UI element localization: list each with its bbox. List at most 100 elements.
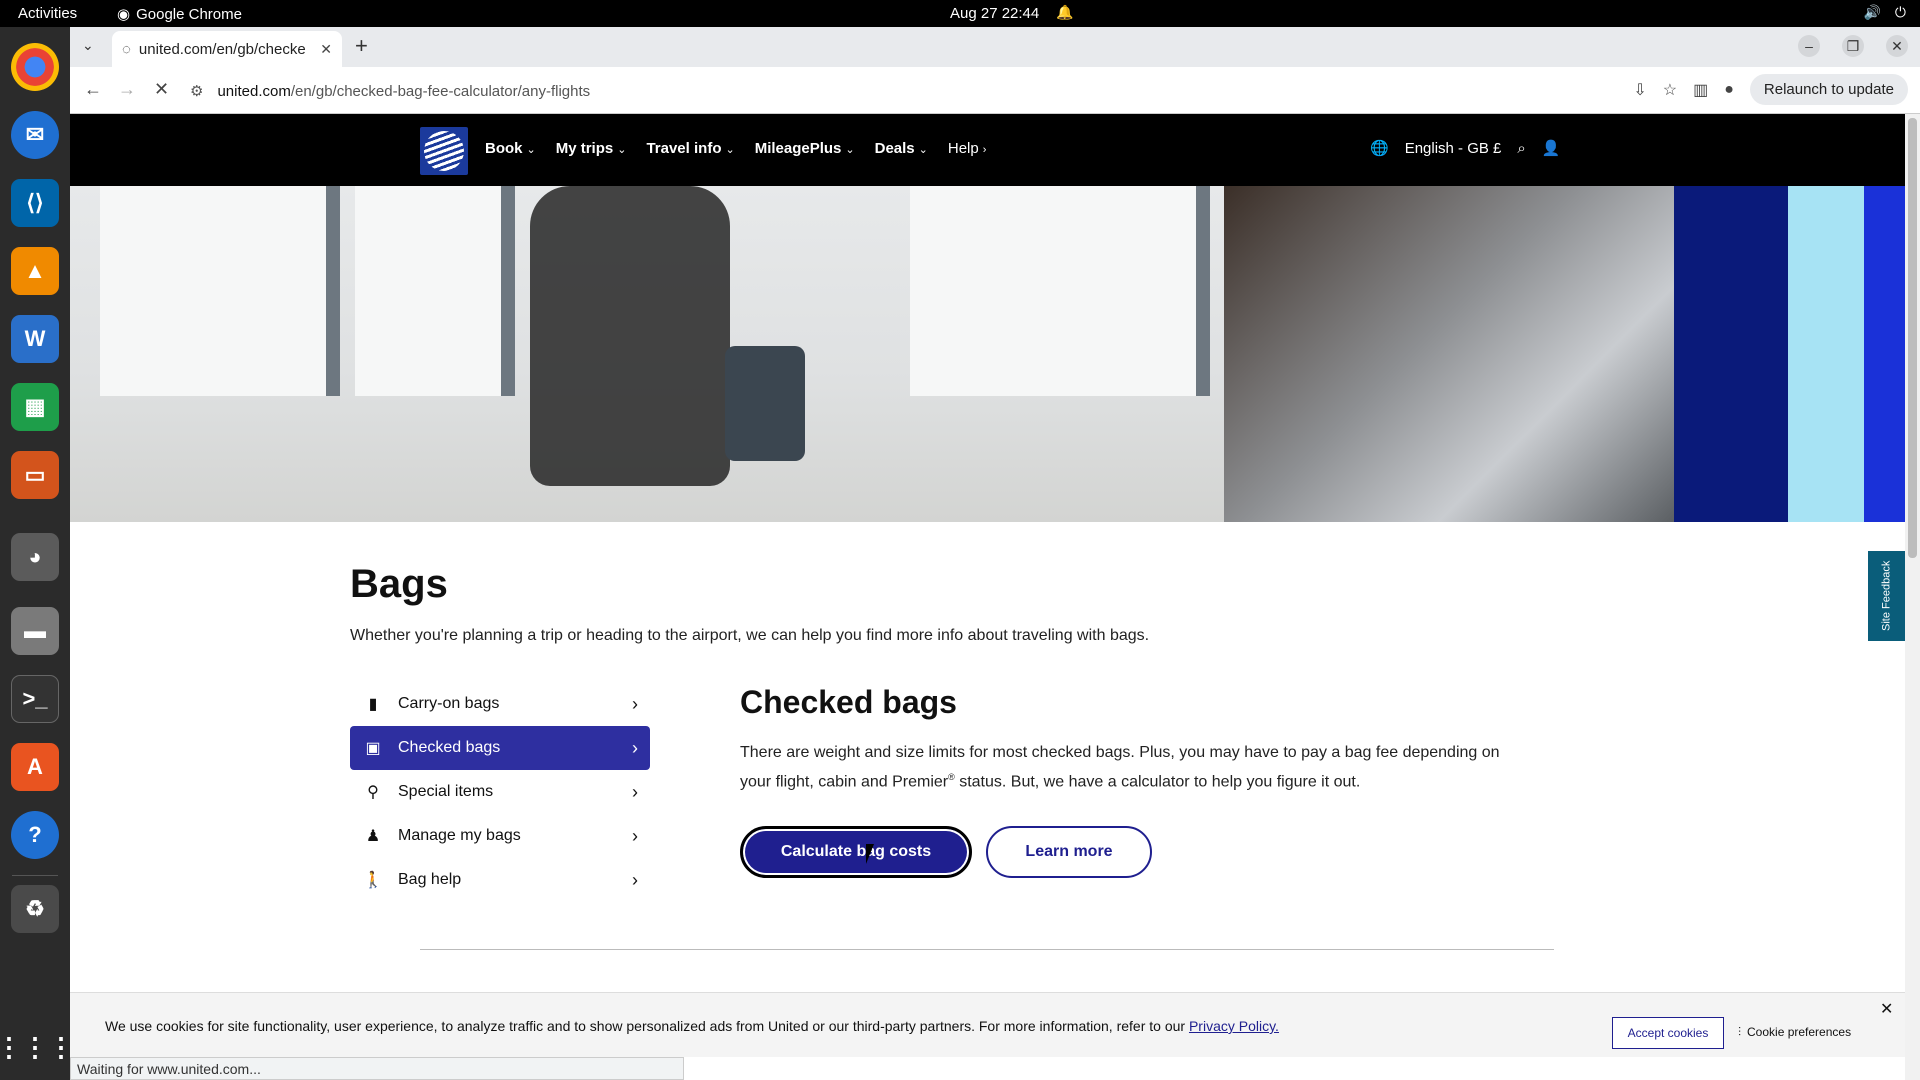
- hero-stripe-blue: [1864, 186, 1905, 522]
- relaunch-button[interactable]: Relaunch to update: [1749, 74, 1908, 105]
- volume-icon: 🔊: [1863, 4, 1881, 20]
- activities-button[interactable]: Activities: [18, 5, 77, 22]
- vscode-icon[interactable]: ⟨⟩: [11, 179, 59, 227]
- appstore-icon[interactable]: A: [11, 743, 59, 791]
- sidebar-item-bag-help[interactable]: 🚶 Bag help ›: [350, 858, 650, 902]
- privacy-policy-link[interactable]: Privacy Policy.: [1189, 1018, 1279, 1034]
- sidebar-item-checked-bags[interactable]: ▣ Checked bags ›: [350, 726, 650, 770]
- sidebar-item-carry-on[interactable]: ▮ Carry-on bags ›: [350, 682, 650, 726]
- toolbar-actions: ⇩ ☆ ▥ ● Relaunch to update: [1633, 74, 1908, 105]
- bags-side-nav: ▮ Carry-on bags › ▣ Checked bags › ⚲ Spe…: [350, 682, 650, 902]
- address-bar[interactable]: ⚙ united.com /en/gb/checked-bag-fee-calc…: [190, 74, 1660, 108]
- menu-travel-info[interactable]: Travel info ⌄: [646, 140, 734, 157]
- cookie-banner: We use cookies for site functionality, u…: [70, 992, 1905, 1057]
- minimize-icon[interactable]: –: [1798, 35, 1820, 57]
- status-bar: Waiting for www.united.com...: [70, 1057, 684, 1080]
- hero-window: [910, 186, 1210, 396]
- hero-window: [100, 186, 340, 396]
- bags-intro: Bags Whether you're planning a trip or h…: [350, 562, 1490, 645]
- hero-travelers: [530, 186, 730, 486]
- forward-button[interactable]: →: [118, 79, 136, 100]
- page-subtitle: Whether you're planning a trip or headin…: [350, 627, 1150, 644]
- close-window-icon[interactable]: ✕: [1886, 35, 1908, 57]
- tab-active[interactable]: ◌ united.com/en/gb/checke ✕: [112, 31, 342, 67]
- mouse-cursor: [866, 844, 874, 864]
- language-selector[interactable]: English - GB £: [1405, 140, 1502, 157]
- sidebar-item-label: Checked bags: [398, 739, 501, 756]
- sidebar-item-special-items[interactable]: ⚲ Special items ›: [350, 770, 650, 814]
- chevron-right-icon: ›: [632, 693, 638, 714]
- menu-book-label: Book: [485, 140, 523, 157]
- menu-help[interactable]: Help ›: [948, 140, 987, 157]
- united-logo[interactable]: [420, 127, 468, 175]
- site-info-icon[interactable]: ⚙: [190, 82, 203, 100]
- menu-mileageplus-label: MileagePlus: [754, 140, 842, 157]
- sidebar-item-label: Bag help: [398, 871, 462, 888]
- clock[interactable]: Aug 27 22:44: [950, 5, 1039, 22]
- install-app-icon[interactable]: ⇩: [1633, 80, 1646, 100]
- help-icon[interactable]: ?: [11, 811, 59, 859]
- app-name: Google Chrome: [136, 5, 242, 23]
- hero-stripe-navy: [1674, 186, 1788, 522]
- writer-icon[interactable]: W: [11, 315, 59, 363]
- cookie-message: We use cookies for site functionality, u…: [105, 1018, 1279, 1034]
- back-button[interactable]: ←: [84, 79, 102, 100]
- bookmark-star-icon[interactable]: ☆: [1663, 80, 1677, 100]
- files-icon[interactable]: ▬: [11, 607, 59, 655]
- app-menu[interactable]: ◉ Google Chrome: [117, 5, 242, 24]
- url-host: united.com: [217, 82, 291, 100]
- menu-help-label: Help: [947, 140, 979, 157]
- learn-more-button[interactable]: Learn more: [986, 826, 1152, 879]
- page-scrollbar[interactable]: [1905, 114, 1920, 1080]
- side-panel-icon[interactable]: ▥: [1693, 80, 1708, 100]
- site-feedback-tab[interactable]: Site Feedback: [1868, 551, 1905, 641]
- hero-window: [355, 186, 515, 396]
- menu-mileageplus[interactable]: MileagePlus ⌄: [755, 140, 855, 157]
- profile-icon[interactable]: ●: [1724, 81, 1734, 99]
- notification-bell-icon: 🔔: [1056, 4, 1074, 20]
- luggage-icon: ▮: [368, 696, 378, 713]
- stop-loading-button[interactable]: ✕: [154, 79, 169, 100]
- accept-cookies-button[interactable]: Accept cookies: [1612, 1017, 1724, 1049]
- browser-window: ⌄ ◌ united.com/en/gb/checke ✕ + – ❐ ✕ ← …: [70, 27, 1920, 114]
- chrome-small-icon: ◉: [117, 6, 131, 23]
- show-apps-icon[interactable]: ⋮⋮⋮: [0, 1023, 74, 1071]
- united-header: Book ⌄ My trips ⌄ Travel info ⌄ MileagePlus…: [70, 114, 1905, 186]
- chrome-icon[interactable]: [11, 43, 59, 91]
- restore-icon[interactable]: ❐: [1842, 35, 1864, 57]
- chevron-down-icon: ⌄: [845, 144, 855, 156]
- trash-icon[interactable]: ♻: [11, 885, 59, 933]
- system-tray[interactable]: 🔊 ⏻: [1863, 4, 1906, 21]
- calc-icon[interactable]: ▦: [11, 383, 59, 431]
- menu-my-trips[interactable]: My trips ⌄: [556, 140, 627, 157]
- sidebar-item-manage-bags[interactable]: ♟ Manage my bags ›: [350, 814, 650, 858]
- impress-icon[interactable]: ▭: [11, 451, 59, 499]
- sliders-icon: ⫶: [1738, 1025, 1742, 1039]
- sidebar-item-label: Special items: [398, 783, 494, 800]
- hero-panel-luggage: [1224, 186, 1674, 522]
- chevron-down-icon: ⌄: [918, 144, 928, 156]
- power-icon: ⏻: [1894, 4, 1906, 20]
- manage-bags-icon: ♟: [365, 828, 381, 845]
- system-top-bar: Activities ◉ Google Chrome Aug 27 22:44 …: [0, 0, 1920, 27]
- vlc-icon[interactable]: ▲: [11, 247, 59, 295]
- scrollbar-thumb[interactable]: [1908, 118, 1917, 558]
- sidebar-item-label: Manage my bags: [398, 827, 521, 844]
- tab-search-icon[interactable]: ⌄: [82, 37, 94, 54]
- calculate-bag-costs-button[interactable]: Calculate bag costs: [740, 826, 972, 879]
- search-icon[interactable]: ⌕: [1517, 140, 1525, 157]
- gimp-icon[interactable]: ◕: [11, 533, 59, 581]
- terminal-icon[interactable]: >_: [11, 675, 59, 723]
- new-tab-button[interactable]: +: [355, 33, 368, 59]
- menu-my-trips-label: My trips: [555, 140, 614, 157]
- tab-close-icon[interactable]: ✕: [320, 41, 332, 58]
- thunderbird-icon[interactable]: ✉: [11, 111, 59, 159]
- menu-book[interactable]: Book ⌄: [485, 140, 536, 157]
- main-menu: Book ⌄ My trips ⌄ Travel info ⌄ MileagePlus…: [485, 140, 986, 157]
- cookie-preferences-button[interactable]: ⫶ Cookie preferences: [1738, 1025, 1851, 1040]
- close-cookie-icon[interactable]: ✕: [1880, 999, 1893, 1019]
- menu-deals[interactable]: Deals ⌄: [875, 140, 928, 157]
- page-title: Bags: [350, 562, 448, 606]
- account-icon[interactable]: 👤: [1542, 139, 1561, 157]
- hero-stripe-light: [1788, 186, 1864, 522]
